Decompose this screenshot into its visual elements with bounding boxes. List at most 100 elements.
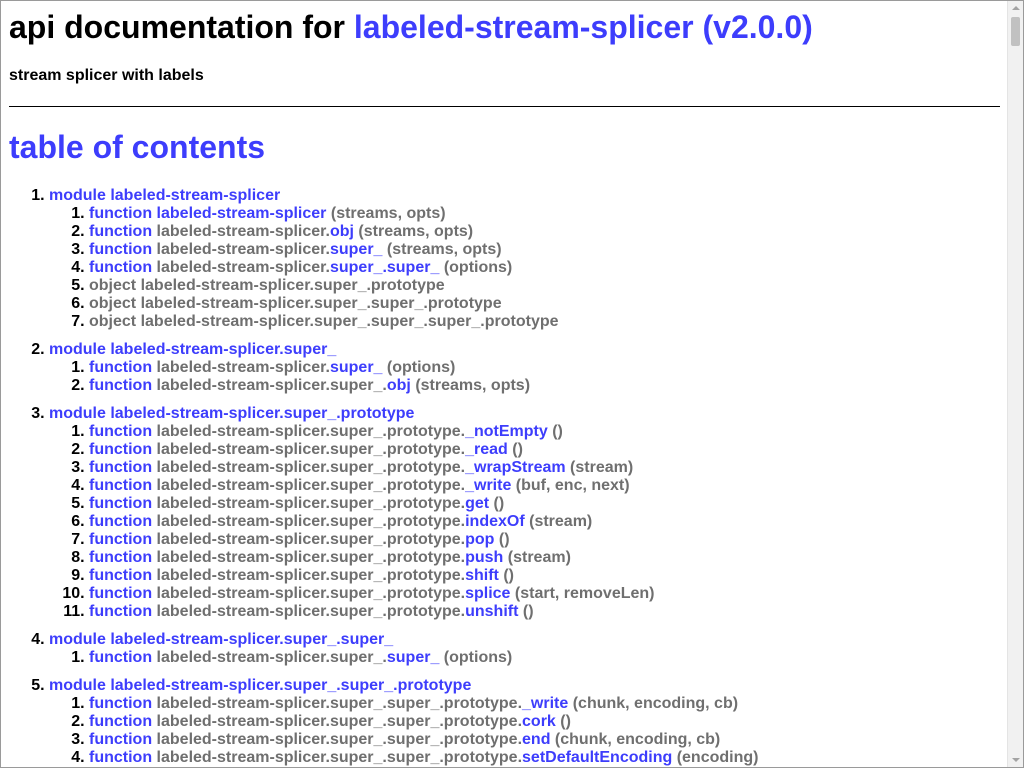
member-kind: function xyxy=(89,205,153,222)
member-link[interactable]: super_.super_ xyxy=(330,259,439,276)
member-kind: object xyxy=(89,313,137,330)
member-namespace: labeled-stream-splicer.super_.prototype. xyxy=(156,585,466,602)
member-link[interactable]: obj xyxy=(387,377,411,394)
member-link[interactable]: cork xyxy=(522,713,556,730)
toc-module-item: module labeled-stream-splicer.super_func… xyxy=(49,341,758,395)
toc-member-item: function labeled-stream-splicer.super_.p… xyxy=(89,495,758,513)
member-namespace: labeled-stream-splicer.super_.prototype xyxy=(140,277,445,294)
member-kind: function xyxy=(89,495,153,512)
toc-member-item: function labeled-stream-splicer.super_.p… xyxy=(89,423,758,441)
module-link[interactable]: module labeled-stream-splicer.super_.pro… xyxy=(49,405,414,422)
toc-heading: table of contents xyxy=(9,129,266,165)
member-namespace: labeled-stream-splicer.super_.prototype. xyxy=(156,495,466,512)
member-kind: function xyxy=(89,713,153,730)
member-link[interactable]: end xyxy=(522,731,550,748)
member-signature: (stream) xyxy=(570,459,634,476)
toc-member-item: function labeled-stream-splicer.super_ (… xyxy=(89,359,758,377)
divider xyxy=(9,106,1000,107)
member-signature: () xyxy=(493,495,505,512)
member-link[interactable]: pop xyxy=(465,531,494,548)
member-link[interactable]: obj xyxy=(330,223,354,240)
member-namespace: labeled-stream-splicer.super_.prototype. xyxy=(156,567,466,584)
member-kind: function xyxy=(89,459,153,476)
member-link[interactable]: _write xyxy=(465,477,511,494)
toc-member-item: object labeled-stream-splicer.super_.pro… xyxy=(89,277,758,295)
toc-member-item: function labeled-stream-splicer.super_.s… xyxy=(89,695,758,713)
member-link[interactable]: _read xyxy=(465,441,508,458)
member-namespace: labeled-stream-splicer.super_.prototype. xyxy=(156,549,466,566)
toc-member-item: function labeled-stream-splicer.super_.p… xyxy=(89,567,758,585)
toc-member-item: function labeled-stream-splicer.super_ (… xyxy=(89,241,758,259)
member-namespace: labeled-stream-splicer.super_.prototype. xyxy=(156,459,466,476)
member-kind: function xyxy=(89,259,153,276)
member-link[interactable]: get xyxy=(465,495,489,512)
member-signature: (streams, opts) xyxy=(386,241,502,258)
toc-member-item: function labeled-stream-splicer.super_.p… xyxy=(89,459,758,477)
module-link[interactable]: module labeled-stream-splicer.super_.sup… xyxy=(49,631,393,648)
member-namespace: labeled-stream-splicer.super_.super_.pro… xyxy=(156,731,523,748)
member-signature: (streams, opts) xyxy=(415,377,531,394)
member-kind: function xyxy=(89,603,153,620)
member-kind: function xyxy=(89,695,153,712)
member-signature: () xyxy=(552,423,563,440)
member-signature: (options) xyxy=(443,649,513,666)
member-kind: function xyxy=(89,513,153,530)
member-kind: function xyxy=(89,423,153,440)
member-namespace: labeled-stream-splicer.super_. xyxy=(156,649,387,666)
member-namespace: labeled-stream-splicer.super_.prototype. xyxy=(156,531,466,548)
member-signature: () xyxy=(498,531,510,548)
scroll-down-arrow-icon[interactable] xyxy=(1008,752,1023,767)
member-namespace: labeled-stream-splicer. xyxy=(156,359,330,376)
vertical-scrollbar[interactable] xyxy=(1007,1,1023,767)
toc-member-item: function labeled-stream-splicer.super_.s… xyxy=(89,649,758,667)
member-link[interactable]: indexOf xyxy=(465,513,525,530)
member-kind: function xyxy=(89,549,153,566)
member-signature: (stream) xyxy=(529,513,593,530)
toc-member-item: function labeled-stream-splicer.super_.p… xyxy=(89,513,758,531)
member-link[interactable]: _write xyxy=(522,695,568,712)
member-link[interactable]: push xyxy=(465,549,503,566)
member-link[interactable]: super_ xyxy=(330,359,382,376)
member-link[interactable]: setDefaultEncoding xyxy=(522,749,672,766)
member-namespace: labeled-stream-splicer.super_.prototype. xyxy=(156,441,466,458)
module-link[interactable]: module labeled-stream-splicer.super_.sup… xyxy=(49,677,471,694)
member-kind: function xyxy=(89,241,153,258)
member-kind: function xyxy=(89,585,153,602)
member-link[interactable]: shift xyxy=(465,567,499,584)
member-link[interactable]: unshift xyxy=(465,603,518,620)
toc-member-item: function labeled-stream-splicer.obj (str… xyxy=(89,223,758,241)
member-signature: (start, removeLen) xyxy=(514,585,655,602)
member-namespace: labeled-stream-splicer.super_.prototype. xyxy=(156,477,466,494)
package-link[interactable]: labeled-stream-splicer (v2.0.0) xyxy=(354,9,813,45)
toc-member-item: function labeled-stream-splicer.super_.s… xyxy=(89,731,758,749)
module-member-list: function labeled-stream-splicer.super_.p… xyxy=(49,423,758,621)
member-kind: object xyxy=(89,295,137,312)
member-signature: (options) xyxy=(386,359,456,376)
module-member-list: function labeled-stream-splicer.super_.s… xyxy=(49,649,758,667)
member-namespace: labeled-stream-splicer.super_.prototype. xyxy=(156,513,466,530)
member-link[interactable]: _wrapStream xyxy=(465,459,566,476)
member-link[interactable]: super_ xyxy=(330,241,382,258)
member-signature: (stream) xyxy=(507,549,571,566)
toc-member-item: function labeled-stream-splicer.super_.p… xyxy=(89,441,758,459)
toc-module-list: module labeled-stream-splicerfunction la… xyxy=(9,187,758,767)
member-namespace: labeled-stream-splicer.super_.prototype. xyxy=(156,603,466,620)
member-namespace: labeled-stream-splicer.super_.super_.pro… xyxy=(156,749,523,766)
table-of-contents: module labeled-stream-splicerfunction la… xyxy=(9,187,758,777)
member-link[interactable]: labeled-stream-splicer xyxy=(157,205,327,222)
member-link[interactable]: super_ xyxy=(387,649,439,666)
module-link[interactable]: module labeled-stream-splicer xyxy=(49,187,280,204)
toc-member-item: object labeled-stream-splicer.super_.sup… xyxy=(89,313,758,331)
module-link[interactable]: module labeled-stream-splicer.super_ xyxy=(49,341,336,358)
member-link[interactable]: _notEmpty xyxy=(465,423,548,440)
member-link[interactable]: splice xyxy=(465,585,510,602)
toc-member-item: function labeled-stream-splicer.super_.s… xyxy=(89,713,758,731)
scrollbar-thumb[interactable] xyxy=(1011,17,1020,46)
member-namespace: labeled-stream-splicer. xyxy=(156,259,330,276)
member-kind: function xyxy=(89,377,153,394)
toc-member-item: function labeled-stream-splicer.super_.s… xyxy=(89,749,758,767)
scroll-up-arrow-icon[interactable] xyxy=(1008,1,1023,16)
member-signature: (buf, enc, next) xyxy=(515,477,630,494)
member-signature: (streams, opts) xyxy=(358,223,474,240)
member-kind: function xyxy=(89,649,153,666)
